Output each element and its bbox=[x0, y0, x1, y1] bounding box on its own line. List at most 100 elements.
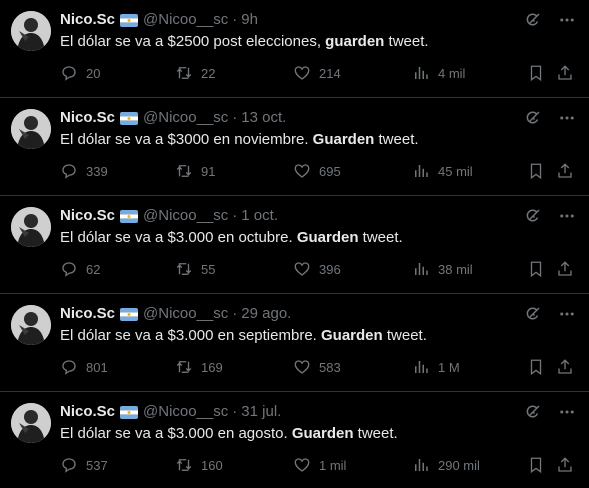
like-count: 214 bbox=[319, 65, 341, 81]
tweet-timestamp[interactable]: 13 oct. bbox=[241, 108, 286, 128]
tweet[interactable]: Nico.Sc @Nicoo__sc · 13 oct. El dólar se… bbox=[0, 98, 589, 196]
like-count: 1 mil bbox=[319, 457, 347, 473]
avatar[interactable] bbox=[11, 11, 51, 51]
reply-count: 62 bbox=[86, 261, 101, 277]
tweet-text-after: tweet. bbox=[382, 327, 427, 344]
tweet[interactable]: Nico.Sc @Nicoo__sc · 1 oct. El dólar se … bbox=[0, 196, 589, 294]
views-button[interactable]: 1 M bbox=[412, 358, 460, 376]
bookmark-icon bbox=[530, 359, 542, 376]
user-handle[interactable]: @Nicoo__sc bbox=[143, 206, 228, 226]
retweet-button[interactable]: 55 bbox=[175, 260, 215, 278]
heart-icon bbox=[294, 360, 310, 374]
share-button[interactable] bbox=[556, 162, 582, 180]
tweet-actions: 339 91 695 45 mil bbox=[60, 162, 580, 182]
tweet-timestamp[interactable]: 9h bbox=[241, 10, 258, 30]
heart-icon bbox=[294, 164, 310, 178]
tweet-top-actions bbox=[523, 10, 577, 30]
bookmark-button[interactable] bbox=[527, 260, 553, 278]
separator-dot: · bbox=[232, 109, 238, 126]
bookmark-button[interactable] bbox=[527, 64, 553, 82]
retweet-count: 91 bbox=[201, 163, 216, 179]
user-handle[interactable]: @Nicoo__sc bbox=[143, 108, 228, 128]
tweet-text: El dólar se va a $3.000 en septiembre. G… bbox=[60, 326, 427, 346]
like-button[interactable]: 583 bbox=[293, 358, 341, 376]
reply-button[interactable]: 537 bbox=[60, 456, 108, 474]
grok-icon[interactable] bbox=[523, 10, 543, 30]
tweet-actions: 62 55 396 38 mil bbox=[60, 260, 580, 280]
like-button[interactable]: 396 bbox=[293, 260, 341, 278]
retweet-button[interactable]: 91 bbox=[175, 162, 215, 180]
display-name[interactable]: Nico.Sc bbox=[60, 304, 115, 324]
avatar[interactable] bbox=[11, 207, 51, 247]
separator-dot: · bbox=[232, 305, 238, 322]
tweet-timestamp[interactable]: 29 ago. bbox=[241, 304, 291, 324]
bookmark-button[interactable] bbox=[527, 358, 553, 376]
reply-icon bbox=[62, 262, 76, 277]
user-handle[interactable]: @Nicoo__sc bbox=[143, 304, 228, 324]
grok-icon[interactable] bbox=[523, 108, 543, 128]
like-button[interactable]: 1 mil bbox=[293, 456, 346, 474]
views-button[interactable]: 45 mil bbox=[412, 162, 473, 180]
tweet[interactable]: Nico.Sc @Nicoo__sc · 29 ago. El dólar se… bbox=[0, 294, 589, 392]
bookmark-button[interactable] bbox=[527, 456, 553, 474]
views-count: 45 mil bbox=[438, 163, 473, 179]
display-name[interactable]: Nico.Sc bbox=[60, 206, 115, 226]
tweet-header: Nico.Sc @Nicoo__sc · 31 jul. bbox=[60, 402, 489, 422]
grok-icon[interactable] bbox=[523, 206, 543, 226]
more-icon[interactable] bbox=[557, 108, 577, 128]
reply-button[interactable]: 801 bbox=[60, 358, 108, 376]
tweet-top-actions bbox=[523, 108, 577, 128]
tweet-text: El dólar se va a $3.000 en octubre. Guar… bbox=[60, 228, 403, 248]
retweet-button[interactable]: 169 bbox=[175, 358, 223, 376]
avatar[interactable] bbox=[11, 403, 51, 443]
reply-button[interactable]: 62 bbox=[60, 260, 100, 278]
share-button[interactable] bbox=[556, 64, 582, 82]
tweet-text-bold: Guarden bbox=[291, 425, 354, 442]
tweet-text-after: tweet. bbox=[358, 229, 403, 246]
tweet-actions: 20 22 214 4 mil bbox=[60, 64, 580, 84]
retweet-button[interactable]: 160 bbox=[175, 456, 223, 474]
display-name[interactable]: Nico.Sc bbox=[60, 402, 115, 422]
like-button[interactable]: 695 bbox=[293, 162, 341, 180]
share-button[interactable] bbox=[556, 456, 582, 474]
bookmark-icon bbox=[530, 65, 542, 82]
reply-icon bbox=[62, 458, 76, 473]
more-icon[interactable] bbox=[557, 10, 577, 30]
user-handle[interactable]: @Nicoo__sc bbox=[143, 10, 228, 30]
like-button[interactable]: 214 bbox=[293, 64, 341, 82]
display-name[interactable]: Nico.Sc bbox=[60, 10, 115, 30]
views-button[interactable]: 38 mil bbox=[412, 260, 473, 278]
share-button[interactable] bbox=[556, 260, 582, 278]
argentina-flag-icon bbox=[120, 13, 139, 27]
tweet[interactable]: Nico.Sc @Nicoo__sc · 31 jul. El dólar se… bbox=[0, 392, 589, 488]
heart-icon bbox=[294, 262, 310, 276]
user-handle[interactable]: @Nicoo__sc bbox=[143, 402, 228, 422]
separator-dot: · bbox=[232, 403, 238, 420]
bookmark-button[interactable] bbox=[527, 162, 553, 180]
display-name[interactable]: Nico.Sc bbox=[60, 108, 115, 128]
more-icon[interactable] bbox=[557, 304, 577, 324]
argentina-flag-icon bbox=[120, 405, 139, 419]
avatar[interactable] bbox=[11, 109, 51, 149]
views-button[interactable]: 290 mil bbox=[412, 456, 480, 474]
reply-count: 537 bbox=[86, 457, 108, 473]
more-icon[interactable] bbox=[557, 206, 577, 226]
like-count: 396 bbox=[319, 261, 341, 277]
tweet-timestamp[interactable]: 1 oct. bbox=[241, 206, 278, 226]
more-icon[interactable] bbox=[557, 402, 577, 422]
views-count: 4 mil bbox=[438, 65, 466, 81]
heart-icon bbox=[294, 66, 310, 80]
retweet-count: 169 bbox=[201, 359, 223, 375]
views-button[interactable]: 4 mil bbox=[412, 64, 465, 82]
tweet[interactable]: Nico.Sc @Nicoo__sc · 9h El dólar se va a… bbox=[0, 0, 589, 98]
avatar[interactable] bbox=[11, 305, 51, 345]
tweet-timestamp[interactable]: 31 jul. bbox=[241, 402, 281, 422]
grok-icon[interactable] bbox=[523, 402, 543, 422]
retweet-button[interactable]: 22 bbox=[175, 64, 215, 82]
share-button[interactable] bbox=[556, 358, 582, 376]
tweet-text-before: El dólar se va a $3000 en noviembre. bbox=[60, 131, 313, 148]
views-icon bbox=[415, 165, 428, 177]
grok-icon[interactable] bbox=[523, 304, 543, 324]
reply-button[interactable]: 339 bbox=[60, 162, 108, 180]
reply-button[interactable]: 20 bbox=[60, 64, 100, 82]
